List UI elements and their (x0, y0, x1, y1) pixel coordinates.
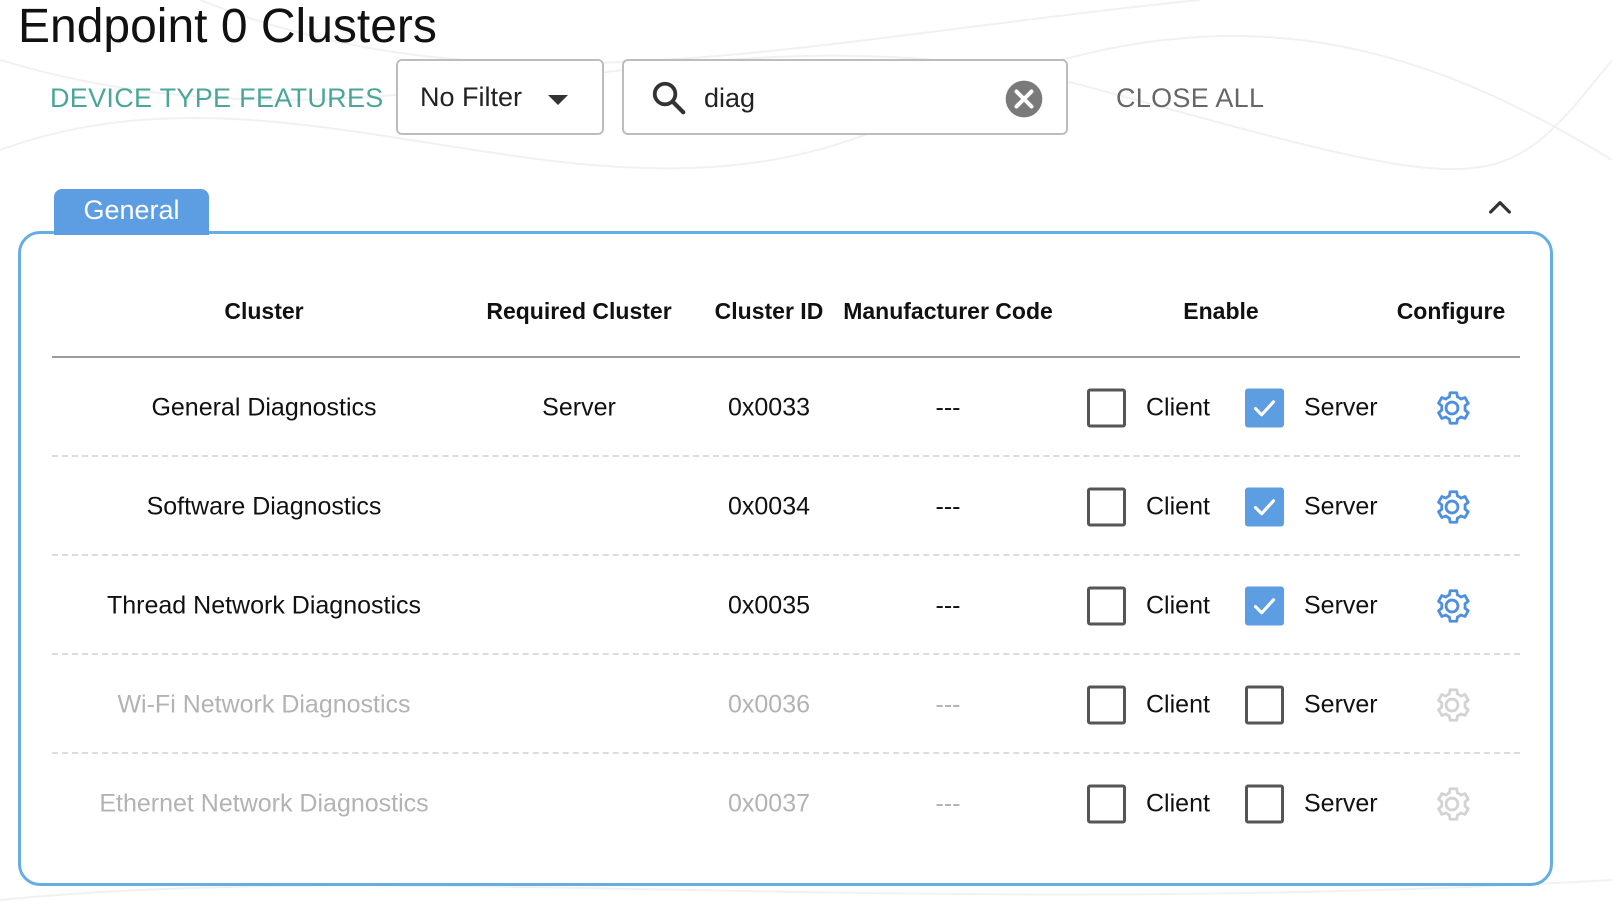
server-label: Server (1304, 591, 1378, 619)
cluster-name: Software Diagnostics (146, 492, 382, 520)
server-label: Server (1304, 789, 1378, 817)
header-enable: Enable (1183, 298, 1259, 324)
filter-selected-value: No Filter (420, 81, 523, 112)
server-label: Server (1304, 690, 1378, 718)
client-label: Client (1146, 393, 1210, 421)
cluster-id: 0x0036 (727, 690, 811, 718)
search-input[interactable]: diag (704, 79, 755, 117)
required-cluster: Server (542, 393, 616, 421)
table-row: Wi-Fi Network Diagnostics 0x0036 --- Client… (52, 655, 1520, 754)
header-cluster: Cluster (224, 298, 304, 324)
tab-general[interactable]: General (54, 189, 209, 235)
cluster-name: General Diagnostics (151, 393, 377, 421)
server-checkbox[interactable] (1245, 388, 1284, 427)
server-label: Server (1304, 393, 1378, 421)
server-label: Server (1304, 492, 1378, 520)
manufacturer-code: --- (935, 789, 961, 817)
cluster-id: 0x0033 (727, 393, 811, 421)
server-checkbox[interactable] (1245, 487, 1284, 526)
close-all-button[interactable]: CLOSE ALL (1116, 80, 1264, 116)
table-row: Thread Network Diagnostics 0x0035 --- Clien… (52, 556, 1520, 655)
server-checkbox[interactable] (1245, 685, 1284, 724)
header-configure: Configure (1396, 298, 1506, 324)
cluster-id: 0x0035 (727, 591, 811, 619)
client-checkbox[interactable] (1087, 685, 1126, 724)
manufacturer-code: --- (935, 492, 961, 520)
client-checkbox[interactable] (1087, 388, 1126, 427)
chevron-up-icon[interactable] (1484, 192, 1516, 224)
client-label: Client (1146, 789, 1210, 817)
gear-icon[interactable] (1431, 387, 1473, 429)
header-manufacturer-code: Manufacturer Code (843, 298, 1053, 324)
client-label: Client (1146, 690, 1210, 718)
cluster-name: Wi-Fi Network Diagnostics (117, 690, 411, 718)
table-row: Software Diagnostics 0x0034 --- Client Serve… (52, 457, 1520, 556)
client-checkbox[interactable] (1087, 586, 1126, 625)
clear-search-icon[interactable] (1004, 79, 1044, 119)
server-checkbox[interactable] (1245, 784, 1284, 823)
page-title: Endpoint 0 Clusters (18, 0, 437, 53)
manufacturer-code: --- (935, 591, 961, 619)
cluster-id: 0x0037 (727, 789, 811, 817)
server-checkbox[interactable] (1245, 586, 1284, 625)
filter-dropdown[interactable]: No Filter (396, 59, 604, 135)
table-row: Ethernet Network Diagnostics 0x0037 --- Cli… (52, 754, 1520, 853)
gear-icon[interactable] (1431, 684, 1473, 726)
gear-icon[interactable] (1431, 585, 1473, 627)
manufacturer-code: --- (935, 690, 961, 718)
client-checkbox[interactable] (1087, 487, 1126, 526)
header-required-cluster: Required Cluster (486, 298, 672, 324)
cluster-name: Thread Network Diagnostics (106, 591, 422, 619)
table-row: General Diagnostics Server 0x0033 --- Client… (52, 358, 1520, 457)
cluster-id: 0x0034 (727, 492, 811, 520)
gear-icon[interactable] (1431, 486, 1473, 528)
dropdown-caret-icon (548, 95, 568, 105)
search-field[interactable]: diag (622, 59, 1068, 135)
gear-icon[interactable] (1431, 783, 1473, 825)
device-type-features-button[interactable]: DEVICE TYPE FEATURES (50, 80, 384, 116)
search-icon (652, 81, 686, 115)
header-cluster-id: Cluster ID (714, 298, 824, 324)
client-label: Client (1146, 492, 1210, 520)
client-label: Client (1146, 591, 1210, 619)
cluster-name: Ethernet Network Diagnostics (99, 789, 429, 817)
client-checkbox[interactable] (1087, 784, 1126, 823)
manufacturer-code: --- (935, 393, 961, 421)
